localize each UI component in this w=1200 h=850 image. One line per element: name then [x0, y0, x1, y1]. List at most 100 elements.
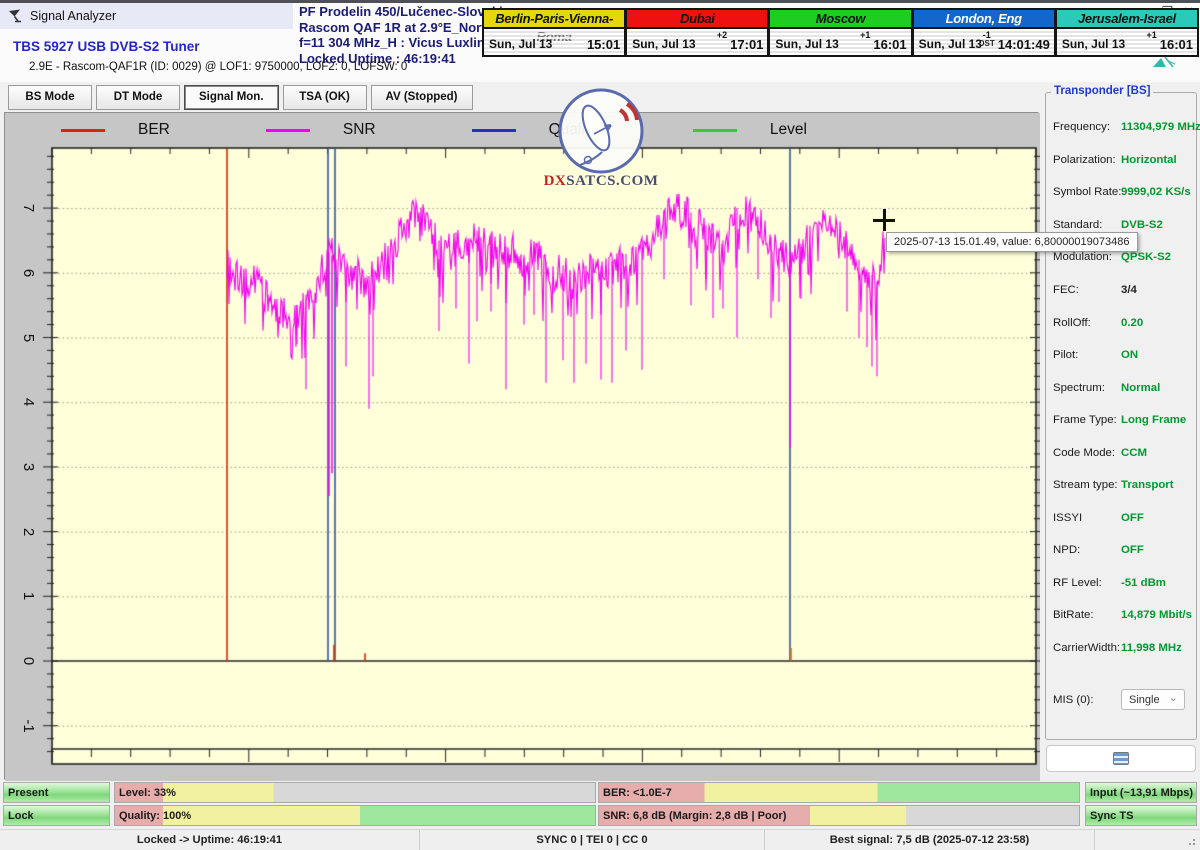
clock-time: 14:01:49 — [998, 37, 1050, 52]
crosshair-cursor — [873, 209, 895, 231]
clock-body: Sun, Jul 13 -1DST14:01:49 — [914, 29, 1054, 55]
dxsatcs-logo: DXSATCS.COM — [544, 86, 658, 195]
status-best-signal: Best signal: 7,5 dB (2025-07-12 23:58) — [765, 830, 1095, 850]
transponder-panel: Transponder [BS] Frequency:11304,979 MHz… — [1043, 84, 1199, 784]
tuner-title: TBS 5927 USB DVB-S2 Tuner — [13, 39, 200, 54]
status-locked-uptime: Locked -> Uptime: 46:19:41 — [0, 830, 420, 850]
clock-moscow: Moscow Sun, Jul 13 +116:01 — [769, 8, 912, 57]
clock-date: Sun, Jul 13 — [775, 37, 838, 51]
legend-item-level: Level — [693, 121, 807, 139]
tab-bs-mode[interactable]: BS Mode — [8, 85, 92, 110]
clock-city: Berlin-Paris-Vienna-Roma — [484, 10, 624, 29]
clock-date: Sun, Jul 13 — [489, 37, 552, 51]
clock-city: Moscow — [770, 10, 910, 29]
world-clocks: Berlin-Paris-Vienna-Roma Sun, Jul 13 15:… — [482, 8, 1199, 57]
y-axis-tick-label: 3 — [19, 458, 37, 476]
clock-dubai: Dubai Sun, Jul 13 +217:01 — [626, 8, 769, 57]
clock-utc-offset: +1 — [1147, 31, 1157, 40]
transponder-row: Frequency:11304,979 MHz — [1053, 111, 1194, 144]
quality-bar: Quality: 100% — [114, 805, 596, 826]
transponder-list-button[interactable] — [1046, 745, 1196, 772]
clock-jerusalem: Jerusalem-Israel Sun, Jul 13 +116:01 — [1056, 8, 1199, 57]
tab-av[interactable]: AV (Stopped) — [371, 85, 473, 110]
y-axis-tick-label: 7 — [19, 199, 37, 217]
resize-grip[interactable] — [1186, 836, 1198, 848]
transponder-groupbox: Transponder [BS] Frequency:11304,979 MHz… — [1045, 92, 1197, 740]
statusbar: Locked -> Uptime: 46:19:41 SYNC 0 | TEI … — [0, 829, 1200, 850]
window-title: Signal Analyzer — [30, 9, 116, 23]
clock-utc-offset: +2 — [717, 31, 727, 40]
clock-body: Sun, Jul 13 +116:01 — [770, 29, 910, 55]
lock-indicator: Lock — [3, 805, 110, 826]
clock-utc-offset: +1 — [860, 31, 870, 40]
ber-bar: BER: <1.0E-7 — [598, 782, 1080, 803]
legend-item-snr: SNR — [266, 121, 376, 139]
clock-city: Jerusalem-Israel — [1057, 10, 1197, 29]
tab-tsa[interactable]: TSA (OK) — [283, 85, 367, 110]
transponder-row: Stream type:Transport — [1053, 469, 1194, 502]
clock-london: London, Eng Sun, Jul 13 -1DST14:01:49 — [913, 8, 1056, 57]
mis-dropdown[interactable]: Single ⌄ — [1121, 689, 1185, 710]
transponder-row: ISSYIOFF — [1053, 502, 1194, 535]
transponder-row: BitRate:14,879 Mbit/s — [1053, 599, 1194, 632]
clock-date: Sun, Jul 13 — [632, 37, 695, 51]
y-axis-tick-label: 5 — [19, 329, 37, 347]
y-axis-tick-label: 0 — [19, 652, 37, 670]
clock-body: Sun, Jul 13 15:01 — [484, 29, 624, 55]
mode-tabs: BS Mode DT Mode Signal Mon. TSA (OK) AV … — [8, 85, 473, 110]
clock-body: Sun, Jul 13 +217:01 — [627, 29, 767, 55]
y-axis-tick-label: 6 — [19, 264, 37, 282]
y-axis-tick-label: 4 — [19, 393, 37, 411]
transponder-row: Code Mode:CCM — [1053, 436, 1194, 469]
clock-time: 16:01 — [873, 37, 906, 52]
clock-city: Dubai — [627, 10, 767, 29]
y-axis-tick-label: 2 — [19, 523, 37, 541]
transponder-title: Transponder [BS] — [1051, 85, 1153, 97]
snr-line-swatch — [266, 129, 310, 132]
chart-legend: BER SNR Quality Level — [61, 121, 903, 139]
clock-time: 17:01 — [730, 37, 763, 52]
transponder-row: NPD:OFF — [1053, 534, 1194, 567]
status-sync-counters: SYNC 0 | TEI 0 | CC 0 — [420, 830, 765, 850]
ber-line-swatch — [61, 129, 105, 132]
transponder-row: Pilot:ON — [1053, 339, 1194, 372]
transponder-row: Frame Type:Long Frame — [1053, 404, 1194, 437]
sync-ts-indicator: Sync TS — [1085, 805, 1197, 826]
titlebar: Signal Analyzer — [0, 3, 293, 29]
mis-row: MIS (0): Single ⌄ — [1053, 689, 1190, 710]
clock-date: Sun, Jul 13 — [1062, 37, 1125, 51]
chart-tooltip: 2025-07-13 15.01.49, value: 6,8000001907… — [886, 232, 1138, 252]
tuner-device-line: 2.9E - Rascom-QAF1R (ID: 0029) @ LOF1: 9… — [29, 61, 407, 73]
y-axis-tick-label: 1 — [19, 587, 37, 605]
transponder-row: Symbol Rate:9999,02 KS/s — [1053, 176, 1194, 209]
clock-body: Sun, Jul 13 +116:01 — [1057, 29, 1197, 55]
site-info-line: f=11 304 MHz_H : Vicus Luxlink — [299, 35, 510, 51]
y-axis-tick-label: -1 — [19, 717, 37, 735]
tab-signal-mon[interactable]: Signal Mon. — [184, 85, 279, 110]
clock-berlin-paris-vienna-roma: Berlin-Paris-Vienna-Roma Sun, Jul 13 15:… — [482, 8, 626, 57]
mis-selected-value: Single — [1129, 694, 1160, 706]
transponder-rows: Frequency:11304,979 MHz Polarization:Hor… — [1053, 111, 1194, 664]
legend-item-ber: BER — [61, 121, 170, 139]
status-spacer — [1095, 830, 1200, 850]
transponder-row: FEC:3/4 — [1053, 274, 1194, 307]
site-info-line: Rascom QAF 1R at 2.9°E_North — [299, 20, 510, 36]
quality-line-swatch — [472, 129, 516, 132]
svg-text:DXSATCS.COM: DXSATCS.COM — [544, 173, 658, 189]
snr-bar: SNR: 6,8 dB (Margin: 2,8 dB | Poor) — [598, 805, 1080, 826]
clock-city: London, Eng — [914, 10, 1054, 29]
tab-dt-mode[interactable]: DT Mode — [96, 85, 180, 110]
clock-date: Sun, Jul 13 — [919, 37, 982, 51]
signal-analyzer-icon — [7, 8, 23, 24]
clock-time: 16:01 — [1160, 37, 1193, 52]
site-info-line: PF Prodelin 450/Lučenec-Slovakia — [299, 4, 510, 20]
site-info: PF Prodelin 450/Lučenec-Slovakia Rascom … — [299, 4, 510, 66]
transponder-row: RollOff:0.20 — [1053, 306, 1194, 339]
transponder-list-icon — [1113, 752, 1129, 765]
chevron-down-icon: ⌄ — [1169, 693, 1178, 703]
transponder-row: Polarization:Horizontal — [1053, 144, 1194, 177]
antenna-icon — [1152, 55, 1176, 73]
clock-dst-flag: DST — [979, 40, 995, 48]
transponder-row: CarrierWidth:11,998 MHz — [1053, 632, 1194, 665]
present-indicator: Present — [3, 782, 110, 803]
